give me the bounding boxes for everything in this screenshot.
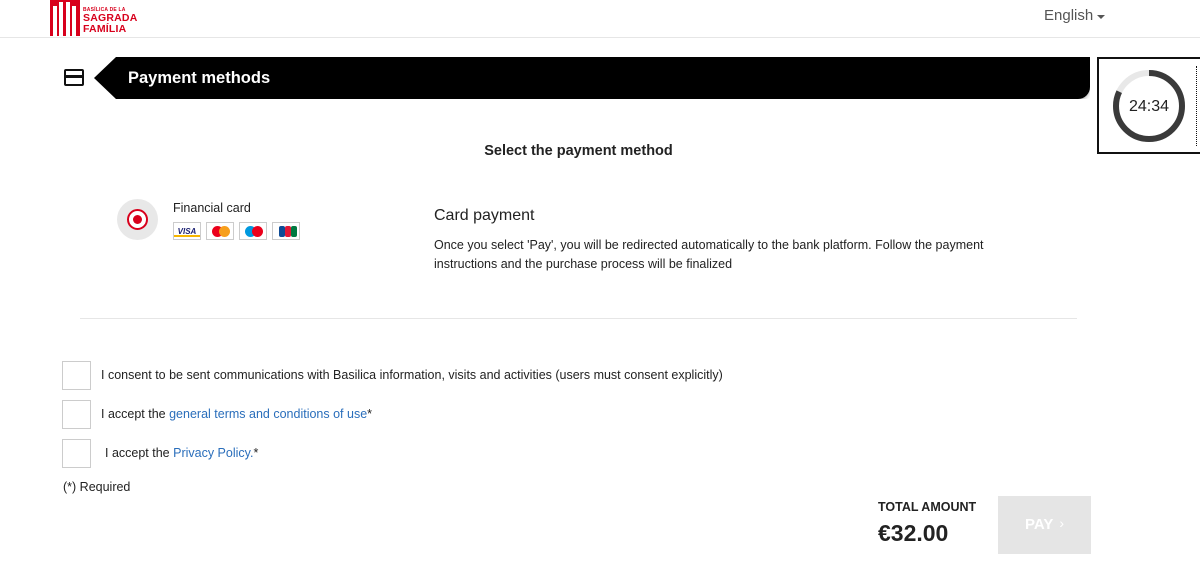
timer-divider [1196, 66, 1197, 146]
jcb-icon [272, 222, 300, 240]
accept-terms-label: I accept the general terms and condition… [101, 407, 373, 421]
card-payment-description: Once you select 'Pay', you will be redir… [434, 238, 984, 271]
radio-selected-dot [133, 215, 142, 224]
pay-button-label: PAY [1024, 515, 1054, 533]
accept-terms-checkbox[interactable] [62, 400, 91, 429]
mastercard-icon [206, 222, 234, 240]
privacy-policy-link[interactable]: Privacy Policy. [173, 446, 253, 460]
accept-privacy-label: I accept the Privacy Policy.* [105, 446, 259, 460]
visa-icon: VISA [173, 222, 201, 240]
section-divider [80, 318, 1077, 319]
maestro-icon [239, 222, 267, 240]
terms-link[interactable]: general terms and conditions of use [169, 407, 367, 421]
language-label: English [1044, 7, 1094, 24]
select-payment-heading: Select the payment method [484, 143, 673, 159]
sagrada-familia-logo[interactable]: BASÍLICA DE LA SAGRADA FAMÍLIA [50, 0, 138, 36]
section-title: Payment methods [128, 69, 271, 87]
accept-privacy-checkbox[interactable] [62, 439, 91, 468]
card-brand-logos: VISA [173, 222, 300, 240]
financial-card-label[interactable]: Financial card [173, 201, 251, 215]
credit-card-icon [64, 69, 84, 86]
radio-outer [127, 209, 148, 230]
caret-down-icon [1097, 14, 1106, 19]
language-selector[interactable]: English [1044, 7, 1106, 24]
logo-text: BASÍLICA DE LA SAGRADA FAMÍLIA [83, 0, 138, 34]
consent-communications-checkbox[interactable] [62, 361, 91, 390]
timer-value: 24:34 [1128, 98, 1170, 115]
chevron-right-icon: › [1059, 515, 1065, 531]
total-amount-label: TOTAL AMOUNT [878, 500, 977, 514]
session-timer: 24:34 [1097, 57, 1200, 154]
logo-line-3: FAMÍLIA [83, 22, 127, 35]
logo-line-2: SAGRADA [83, 12, 138, 24]
card-payment-title: Card payment [434, 207, 535, 224]
top-header: BASÍLICA DE LA SAGRADA FAMÍLIA English [0, 0, 1200, 38]
pay-button[interactable]: PAY › [998, 496, 1091, 554]
required-note: (*) Required [63, 480, 131, 494]
consent-communications-label: I consent to be sent communications with… [101, 368, 723, 382]
total-amount-value: €32.00 [878, 520, 949, 546]
financial-card-radio[interactable] [117, 199, 158, 240]
basilica-spires-icon [50, 0, 80, 36]
